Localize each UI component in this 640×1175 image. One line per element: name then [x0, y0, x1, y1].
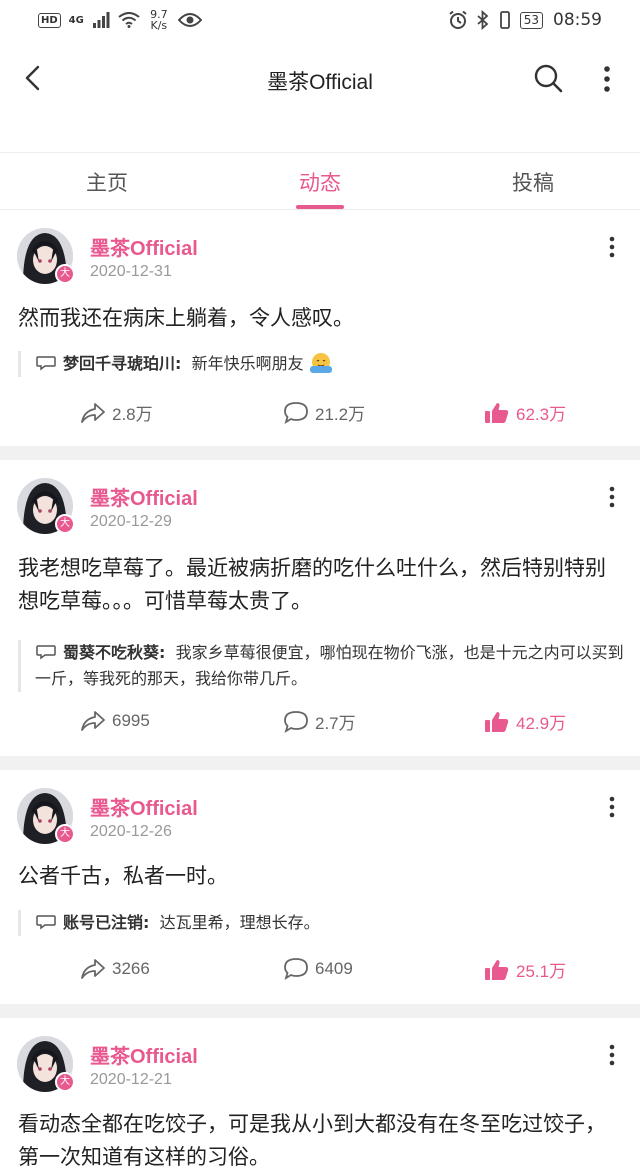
post-date: 2020-12-26	[90, 823, 172, 840]
share-count: 2.8万	[112, 405, 153, 424]
like-count: 42.9万	[516, 714, 567, 733]
comment-bubble-icon	[36, 915, 56, 930]
comment-count: 21.2万	[315, 405, 366, 424]
alarm-icon	[449, 10, 467, 29]
vip-badge: 大	[55, 824, 75, 844]
like-count: 62.3万	[516, 405, 567, 424]
post-text[interactable]: 然而我还在病床上躺着，令人感叹。	[18, 302, 624, 335]
comment-bubble-icon	[36, 645, 56, 660]
post-actions: 6995 2.7万 42.9万	[0, 709, 640, 739]
network-type: 4G	[68, 14, 84, 26]
post-more-icon[interactable]	[600, 232, 624, 262]
like-button[interactable]: 62.3万	[484, 400, 566, 425]
vibrate-icon	[499, 11, 510, 29]
comment-author: 蜀葵不吃秋葵:	[63, 643, 166, 662]
share-count: 3266	[112, 959, 150, 978]
tab-dynamics[interactable]: 动态	[250, 167, 390, 197]
battery-indicator: 53	[519, 11, 543, 29]
post-card: 大 墨茶Official 2020-12-21 看动态全都在吃饺子，可是我从小到…	[0, 1018, 640, 1175]
post-date: 2020-12-31	[90, 263, 172, 280]
share-count: 6995	[112, 711, 150, 730]
vip-badge: 大	[55, 264, 75, 284]
like-button[interactable]: 25.1万	[484, 957, 566, 982]
author-name[interactable]: 墨茶Official	[90, 482, 198, 511]
active-tab-indicator	[296, 205, 344, 209]
comment-count: 6409	[315, 959, 353, 978]
eye-icon	[177, 13, 202, 27]
post-text[interactable]: 公者千古，私者一时。	[18, 860, 624, 893]
share-button[interactable]: 6995	[80, 709, 150, 733]
post-more-icon[interactable]	[600, 482, 624, 512]
hug-emoji-icon	[309, 353, 332, 373]
avatar[interactable]: 大	[17, 228, 75, 284]
post-more-icon[interactable]	[600, 1040, 624, 1070]
clock: 08:59	[553, 10, 602, 30]
net-speed: 9.7 K/s	[148, 9, 170, 31]
status-left: HD 4G 9.7 K/s	[38, 9, 202, 31]
comment-bubble-icon	[36, 356, 56, 371]
post-divider	[0, 446, 640, 460]
post-actions: 3266 6409 25.1万	[0, 957, 640, 987]
like-count: 25.1万	[516, 962, 567, 981]
post-divider	[0, 1004, 640, 1018]
share-button[interactable]: 2.8万	[80, 400, 153, 425]
hd-badge: HD	[38, 12, 61, 28]
post-card: 大 墨茶Official 2020-12-29 我老想吃草莓了。最近被病折磨的吃…	[0, 460, 640, 756]
post-actions: 2.8万 21.2万 62.3万	[0, 400, 640, 430]
signal-icon	[92, 12, 110, 28]
post-card: 大 墨茶Official 2020-12-26 公者千古，私者一时。 账号已注销…	[0, 770, 640, 1004]
post-date: 2020-12-21	[90, 1071, 172, 1088]
post-date: 2020-12-29	[90, 513, 172, 530]
top-comment[interactable]: 账号已注销: 达瓦里希，理想长存。	[18, 910, 624, 936]
author-name[interactable]: 墨茶Official	[90, 792, 198, 821]
avatar[interactable]: 大	[17, 478, 75, 534]
share-icon	[81, 402, 105, 423]
thumbs-up-icon	[485, 711, 509, 732]
post-text[interactable]: 看动态全都在吃饺子，可是我从小到大都没有在冬至吃过饺子，第一次知道有这样的习俗。	[18, 1108, 624, 1174]
wifi-icon	[118, 12, 140, 28]
comment-author: 梦回千寻琥珀川:	[63, 354, 182, 373]
share-icon	[81, 711, 105, 731]
comment-button[interactable]: 6409	[283, 957, 353, 981]
bluetooth-icon	[477, 10, 489, 30]
status-right: 53 08:59	[448, 10, 602, 30]
comment-icon	[284, 958, 308, 980]
thumbs-up-icon	[485, 402, 509, 423]
like-button[interactable]: 42.9万	[484, 709, 566, 734]
tab-home[interactable]: 主页	[37, 167, 177, 197]
post-more-icon[interactable]	[600, 792, 624, 822]
vip-badge: 大	[55, 1072, 75, 1092]
post-card: 大 墨茶Official 2020-12-31 然而我还在病床上躺着，令人感叹。…	[0, 210, 640, 446]
comment-button[interactable]: 21.2万	[283, 400, 365, 425]
author-name[interactable]: 墨茶Official	[90, 1040, 198, 1069]
more-options-icon[interactable]	[592, 62, 622, 96]
comment-icon	[284, 401, 308, 424]
tab-submissions[interactable]: 投稿	[463, 167, 603, 197]
comment-text: 新年快乐啊朋友	[191, 354, 304, 373]
post-text[interactable]: 我老想吃草莓了。最近被病折磨的吃什么吐什么，然后特别特别想吃草莓。。。可惜草莓太…	[18, 552, 624, 618]
comment-count: 2.7万	[315, 714, 356, 733]
share-icon	[81, 959, 105, 979]
comment-author: 账号已注销:	[63, 913, 150, 932]
share-button[interactable]: 3266	[80, 957, 150, 981]
top-app-bar: 墨茶Official	[0, 40, 640, 120]
vip-badge: 大	[55, 514, 75, 534]
comment-button[interactable]: 2.7万	[283, 709, 356, 734]
search-icon[interactable]	[530, 60, 568, 98]
comment-icon	[284, 710, 308, 733]
comment-text: 达瓦里希，理想长存。	[159, 913, 320, 932]
top-comment[interactable]: 梦回千寻琥珀川: 新年快乐啊朋友	[18, 351, 624, 377]
post-divider	[0, 756, 640, 770]
profile-tabs: 主页 动态 投稿	[0, 152, 640, 210]
top-comment[interactable]: 蜀葵不吃秋葵: 我家乡草莓很便宜，哪怕现在物价飞涨，也是十元之内可以买到一斤，等…	[18, 640, 624, 692]
author-name[interactable]: 墨茶Official	[90, 232, 198, 261]
avatar[interactable]: 大	[17, 788, 75, 844]
thumbs-up-icon	[485, 959, 509, 980]
status-bar: HD 4G 9.7 K/s 53 08:59	[0, 0, 640, 40]
feed[interactable]: 大 墨茶Official 2020-12-31 然而我还在病床上躺着，令人感叹。…	[0, 210, 640, 1175]
net-speed-unit: K/s	[150, 19, 168, 32]
avatar[interactable]: 大	[17, 1036, 75, 1092]
